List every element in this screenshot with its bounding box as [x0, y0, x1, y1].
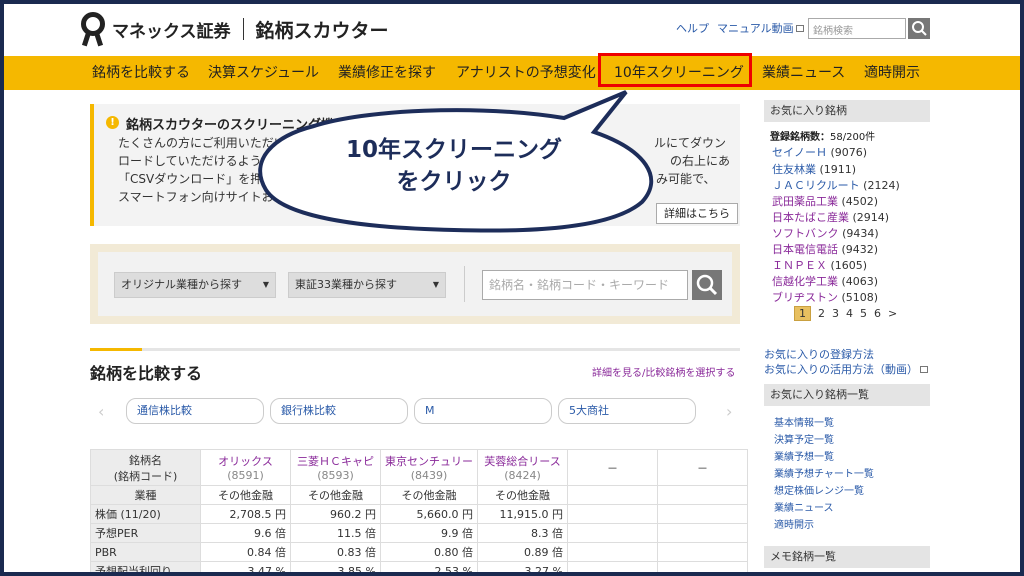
table-row: 予想配当利回り 3.47 % 3.85 % 2.53 % 3.27 % — [90, 561, 748, 572]
tse33-industry-select[interactable]: 東証33業種から探す ▼ — [288, 272, 446, 298]
callout-line2: をクリック — [396, 169, 512, 195]
search-panel: オリジナル業種から探す ▼ 東証33業種から探す ▼ 銘柄名・銘柄コード・キーワード — [90, 244, 740, 324]
page-link[interactable]: 5 — [860, 307, 867, 320]
dropdown-arrow-icon: ▼ — [432, 280, 439, 289]
favorites-pager: 1 2 3 4 5 6 > — [794, 306, 897, 321]
notice-line-right: の右上にあ — [670, 154, 731, 168]
product-name: 銘柄スカウター — [255, 19, 389, 42]
external-window-icon — [920, 366, 928, 373]
compare-pill[interactable]: 通信株比較 — [126, 398, 264, 424]
page-link[interactable]: 3 — [832, 307, 839, 320]
screen-frame: マネックス証券 銘柄スカウター ヘルプ マニュアル動画 銘柄検索 銘柄を比較する… — [4, 4, 1020, 572]
search-icon — [912, 21, 927, 36]
list-link[interactable]: 想定株価レンジ一覧 — [774, 482, 864, 497]
page-link[interactable]: 2 — [818, 307, 825, 320]
brand-name: マネックス証券 — [112, 21, 231, 42]
page-link[interactable]: 6 — [874, 307, 881, 320]
list-link[interactable]: 業績ニュース — [774, 499, 834, 514]
table-row: 予想PER 9.6 倍 11.5 倍 9.9 倍 8.3 倍 — [90, 523, 748, 543]
chevron-left-icon[interactable]: ‹ — [98, 402, 104, 421]
favorite-item[interactable]: ＩＮＰＥＸ (1605) — [772, 257, 867, 273]
favorite-item[interactable]: 日本たばこ産業 (2914) — [772, 209, 889, 225]
table-row: 株価 (11/20) 2,708.5 円 960.2 円 5,660.0 円 1… — [90, 504, 748, 524]
favorite-item[interactable]: 日本電信電話 (9432) — [772, 241, 878, 257]
empty-company-slot[interactable]: － — [567, 449, 658, 486]
stock-search-button[interactable] — [908, 18, 930, 39]
company-cell[interactable]: 東京センチュリー (8439) — [380, 449, 478, 486]
list-link[interactable]: 業績予想チャート一覧 — [774, 465, 874, 480]
page-current[interactable]: 1 — [794, 306, 811, 321]
favorites-header: お気に入り銘柄 — [764, 100, 930, 122]
callout-line1: 10年スクリーニング — [345, 137, 562, 163]
table-row: 業種 その他金融 その他金融 その他金融 その他金融 — [90, 485, 748, 505]
header-links: ヘルプ マニュアル動画 — [676, 20, 804, 36]
nav-compare[interactable]: 銘柄を比較する — [92, 56, 190, 90]
list-link[interactable]: 業績予想一覧 — [774, 448, 834, 463]
notice-line: 「CSVダウンロード」を押 — [118, 172, 263, 186]
company-cell[interactable]: 芙蓉総合リース (8424) — [477, 449, 568, 486]
chevron-right-icon[interactable]: › — [726, 402, 732, 421]
compare-pill[interactable]: 銀行株比較 — [270, 398, 408, 424]
favorite-item[interactable]: 武田薬品工業 (4502) — [772, 193, 878, 209]
table-row: PBR 0.84 倍 0.83 倍 0.80 倍 0.89 倍 — [90, 542, 748, 562]
compare-detail-link[interactable]: 詳細を見る/比較銘柄を選択する — [592, 364, 735, 379]
original-industry-select[interactable]: オリジナル業種から探す ▼ — [114, 272, 276, 298]
info-icon: ! — [106, 116, 119, 129]
manual-video-link[interactable]: マニュアル動画 — [717, 20, 804, 36]
page-next[interactable]: > — [888, 307, 897, 320]
company-cell[interactable]: オリックス (8591) — [200, 449, 291, 486]
list-link[interactable]: 適時開示 — [774, 516, 814, 531]
site-logo[interactable]: マネックス証券 銘柄スカウター — [80, 10, 389, 48]
favorite-item[interactable]: ソフトバンク (9434) — [772, 225, 879, 241]
favorites-list-header: お気に入り銘柄一覧 — [764, 384, 930, 406]
monex-logo-icon — [80, 12, 106, 47]
keyword-search-input[interactable]: 銘柄名・銘柄コード・キーワード — [482, 270, 688, 300]
howto-use-link[interactable]: お気に入りの活用方法（動画） — [764, 361, 928, 377]
stock-search-input[interactable]: 銘柄検索 — [808, 18, 906, 39]
compare-pill[interactable]: 5大商社 — [558, 398, 696, 424]
search-icon — [696, 274, 718, 296]
compare-pill[interactable]: M — [414, 398, 552, 424]
external-window-icon — [795, 25, 804, 32]
list-link[interactable]: 基本情報一覧 — [774, 414, 834, 429]
nav-timely-disclosure[interactable]: 適時開示 — [864, 56, 920, 90]
empty-company-slot[interactable]: － — [657, 449, 748, 486]
keyword-search-button[interactable] — [692, 270, 722, 300]
list-link[interactable]: 決算予定一覧 — [774, 431, 834, 446]
favorite-item[interactable]: ＪＡＣリクルート (2124) — [772, 177, 900, 193]
howto-register-link[interactable]: お気に入りの登録方法 — [764, 346, 874, 362]
compare-table: 銘柄名 (銘柄コード) オリックス (8591) 三菱ＨＣキャピ (8593) 東京セ… — [90, 449, 748, 572]
favorite-item[interactable]: 信越化学工業 (4063) — [772, 273, 878, 289]
notice-line: ロードしていただけるように — [118, 154, 274, 168]
compare-section-title: 銘柄を比較する — [90, 364, 203, 383]
company-cell[interactable]: 三菱ＨＣキャピ (8593) — [290, 449, 381, 486]
table-row: 銘柄名 (銘柄コード) オリックス (8591) 三菱ＨＣキャピ (8593) 東京セ… — [90, 449, 748, 486]
favorites-count: 登録銘柄数：58/200件 — [770, 132, 876, 143]
site-header: マネックス証券 銘柄スカウター ヘルプ マニュアル動画 銘柄検索 — [4, 4, 1020, 56]
help-link[interactable]: ヘルプ — [676, 20, 709, 36]
dropdown-arrow-icon: ▼ — [262, 280, 269, 289]
page-link[interactable]: 4 — [846, 307, 853, 320]
favorite-item[interactable]: セイノーＨ (9076) — [772, 144, 867, 160]
nav-earnings-news[interactable]: 業績ニュース — [762, 56, 845, 90]
memo-list-header: メモ銘柄一覧 — [764, 546, 930, 568]
favorite-item[interactable]: ブリヂストン (5108) — [772, 289, 878, 305]
favorite-item[interactable]: 住友林業 (1911) — [772, 161, 856, 177]
